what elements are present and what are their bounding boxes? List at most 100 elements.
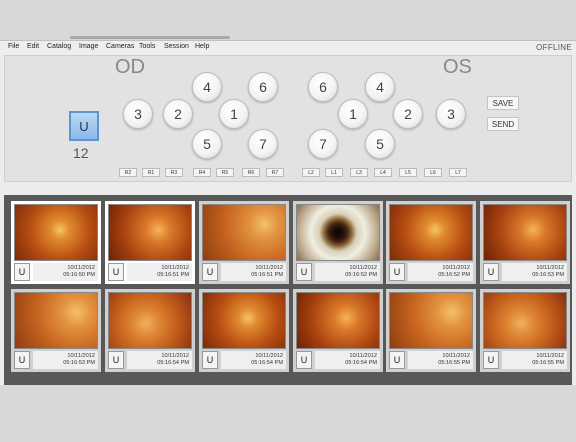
thumbnail-tile[interactable]: U 10/11/2012 05:16:52 PM bbox=[293, 201, 383, 284]
menu-session[interactable]: Session bbox=[164, 43, 189, 50]
menu-help[interactable]: Help bbox=[195, 43, 209, 50]
menu-edit[interactable]: Edit bbox=[27, 43, 39, 50]
thumbnail-time: 05:16:54 PM bbox=[157, 360, 189, 366]
field-button-r1[interactable]: R1 bbox=[142, 168, 160, 177]
thumbnail-timestamp: 10/11/2012 05:16:55 PM bbox=[408, 351, 473, 369]
thumbnail-time: 05:16:53 PM bbox=[63, 360, 95, 366]
menu-bar: File Edit Catalog Image Cameras Tools Se… bbox=[0, 41, 576, 55]
field-button-r3[interactable]: R3 bbox=[165, 168, 183, 177]
connection-status: OFFLINE bbox=[536, 43, 572, 52]
os-field-3[interactable]: 3 bbox=[436, 99, 466, 129]
menu-file[interactable]: File bbox=[8, 43, 19, 50]
fundus-image[interactable] bbox=[296, 292, 380, 349]
thumbnail-tile[interactable]: U 10/11/2012 05:16:50 PM bbox=[11, 201, 101, 284]
fundus-image[interactable] bbox=[483, 204, 567, 261]
fundus-image[interactable] bbox=[14, 292, 98, 349]
field-button-l3[interactable]: L3 bbox=[350, 168, 368, 177]
external-eye-image[interactable] bbox=[296, 204, 380, 261]
menu-image[interactable]: Image bbox=[79, 43, 98, 50]
thumbnail-time: 05:16:55 PM bbox=[532, 360, 564, 366]
thumbnail-timestamp: 10/11/2012 05:16:53 PM bbox=[502, 263, 567, 281]
thumbnail-u-button[interactable]: U bbox=[296, 263, 312, 281]
thumbnail-u-button[interactable]: U bbox=[483, 263, 499, 281]
field-button-l1[interactable]: L1 bbox=[325, 168, 343, 177]
od-field-2[interactable]: 2 bbox=[163, 99, 193, 129]
thumbnail-tile[interactable]: U 10/11/2012 05:16:55 PM bbox=[386, 289, 476, 372]
thumbnail-time: 05:16:54 PM bbox=[345, 360, 377, 366]
os-field-6[interactable]: 6 bbox=[308, 72, 338, 102]
os-field-5[interactable]: 5 bbox=[365, 129, 395, 159]
field-button-r6[interactable]: R6 bbox=[242, 168, 260, 177]
fundus-image[interactable] bbox=[108, 292, 192, 349]
field-button-l2[interactable]: L2 bbox=[302, 168, 320, 177]
thumbnail-date: 10/11/2012 bbox=[67, 265, 95, 271]
thumbnail-u-button[interactable]: U bbox=[483, 351, 499, 369]
field-button-r7[interactable]: R7 bbox=[266, 168, 284, 177]
od-field-6[interactable]: 6 bbox=[248, 72, 278, 102]
thumbnail-timestamp: 10/11/2012 05:16:51 PM bbox=[221, 263, 286, 281]
field-button-l6[interactable]: L6 bbox=[424, 168, 442, 177]
os-field-1[interactable]: 1 bbox=[338, 99, 368, 129]
thumbnail-date: 10/11/2012 bbox=[255, 353, 283, 359]
field-button-l7[interactable]: L7 bbox=[449, 168, 467, 177]
fundus-image[interactable] bbox=[389, 204, 473, 261]
thumbnail-tile[interactable]: U 10/11/2012 05:16:51 PM bbox=[199, 201, 289, 284]
od-label: OD bbox=[115, 56, 145, 78]
thumbnail-u-button[interactable]: U bbox=[14, 263, 30, 281]
thumbnail-u-button[interactable]: U bbox=[389, 351, 405, 369]
thumbnail-u-button[interactable]: U bbox=[14, 351, 30, 369]
od-field-4[interactable]: 4 bbox=[192, 72, 222, 102]
image-count: 12 bbox=[73, 145, 89, 161]
thumbnail-timestamp: 10/11/2012 05:16:50 PM bbox=[33, 263, 98, 281]
thumbnail-timestamp: 10/11/2012 05:16:54 PM bbox=[315, 351, 380, 369]
thumbnail-tile[interactable]: U 10/11/2012 05:16:51 PM bbox=[105, 201, 195, 284]
thumbnail-date: 10/11/2012 bbox=[442, 353, 470, 359]
field-button-l5[interactable]: L5 bbox=[399, 168, 417, 177]
thumbnail-u-button[interactable]: U bbox=[389, 263, 405, 281]
save-button[interactable]: SAVE bbox=[487, 96, 519, 110]
fundus-image[interactable] bbox=[483, 292, 567, 349]
thumbnail-tile[interactable]: U 10/11/2012 05:16:53 PM bbox=[480, 201, 570, 284]
field-button-l4[interactable]: L4 bbox=[374, 168, 392, 177]
app-window: File Edit Catalog Image Cameras Tools Se… bbox=[0, 40, 576, 385]
thumbnail-tile[interactable]: U 10/11/2012 05:16:55 PM bbox=[480, 289, 570, 372]
thumbnail-time: 05:16:51 PM bbox=[157, 272, 189, 278]
thumbnail-tile[interactable]: U 10/11/2012 05:16:52 PM bbox=[386, 201, 476, 284]
thumbnail-tile[interactable]: U 10/11/2012 05:16:54 PM bbox=[293, 289, 383, 372]
thumbnail-timestamp: 10/11/2012 05:16:52 PM bbox=[315, 263, 380, 281]
capture-control-panel: OD OS U 12 4 6 3 2 1 5 7 6 4 1 2 3 7 5 S… bbox=[4, 55, 572, 182]
os-field-2[interactable]: 2 bbox=[393, 99, 423, 129]
od-field-1[interactable]: 1 bbox=[219, 99, 249, 129]
od-field-5[interactable]: 5 bbox=[192, 129, 222, 159]
field-button-r2[interactable]: R2 bbox=[119, 168, 137, 177]
fundus-image[interactable] bbox=[108, 204, 192, 261]
os-field-4[interactable]: 4 bbox=[365, 72, 395, 102]
thumbnail-u-button[interactable]: U bbox=[296, 351, 312, 369]
field-button-r4[interactable]: R4 bbox=[193, 168, 211, 177]
thumbnail-u-button[interactable]: U bbox=[108, 263, 124, 281]
thumbnail-tile[interactable]: U 10/11/2012 05:16:54 PM bbox=[199, 289, 289, 372]
fundus-image[interactable] bbox=[202, 204, 286, 261]
send-button[interactable]: SEND bbox=[487, 117, 519, 131]
thumbnail-time: 05:16:53 PM bbox=[532, 272, 564, 278]
menu-cameras[interactable]: Cameras bbox=[106, 43, 134, 50]
thumbnail-u-button[interactable]: U bbox=[202, 351, 218, 369]
thumbnail-date: 10/11/2012 bbox=[349, 353, 377, 359]
thumbnail-u-button[interactable]: U bbox=[108, 351, 124, 369]
od-field-3[interactable]: 3 bbox=[123, 99, 153, 129]
fundus-image[interactable] bbox=[14, 204, 98, 261]
os-field-7[interactable]: 7 bbox=[308, 129, 338, 159]
field-button-r5[interactable]: R5 bbox=[216, 168, 234, 177]
thumbnail-tile[interactable]: U 10/11/2012 05:16:54 PM bbox=[105, 289, 195, 372]
thumbnail-tile[interactable]: U 10/11/2012 05:16:53 PM bbox=[11, 289, 101, 372]
fundus-image[interactable] bbox=[389, 292, 473, 349]
menu-tools[interactable]: Tools bbox=[139, 43, 155, 50]
od-field-7[interactable]: 7 bbox=[248, 129, 278, 159]
thumbnail-date: 10/11/2012 bbox=[536, 265, 564, 271]
thumbnail-timestamp: 10/11/2012 05:16:53 PM bbox=[33, 351, 98, 369]
title-bar-fragment bbox=[70, 36, 230, 39]
u-button[interactable]: U bbox=[69, 111, 99, 141]
fundus-image[interactable] bbox=[202, 292, 286, 349]
thumbnail-u-button[interactable]: U bbox=[202, 263, 218, 281]
menu-catalog[interactable]: Catalog bbox=[47, 43, 71, 50]
